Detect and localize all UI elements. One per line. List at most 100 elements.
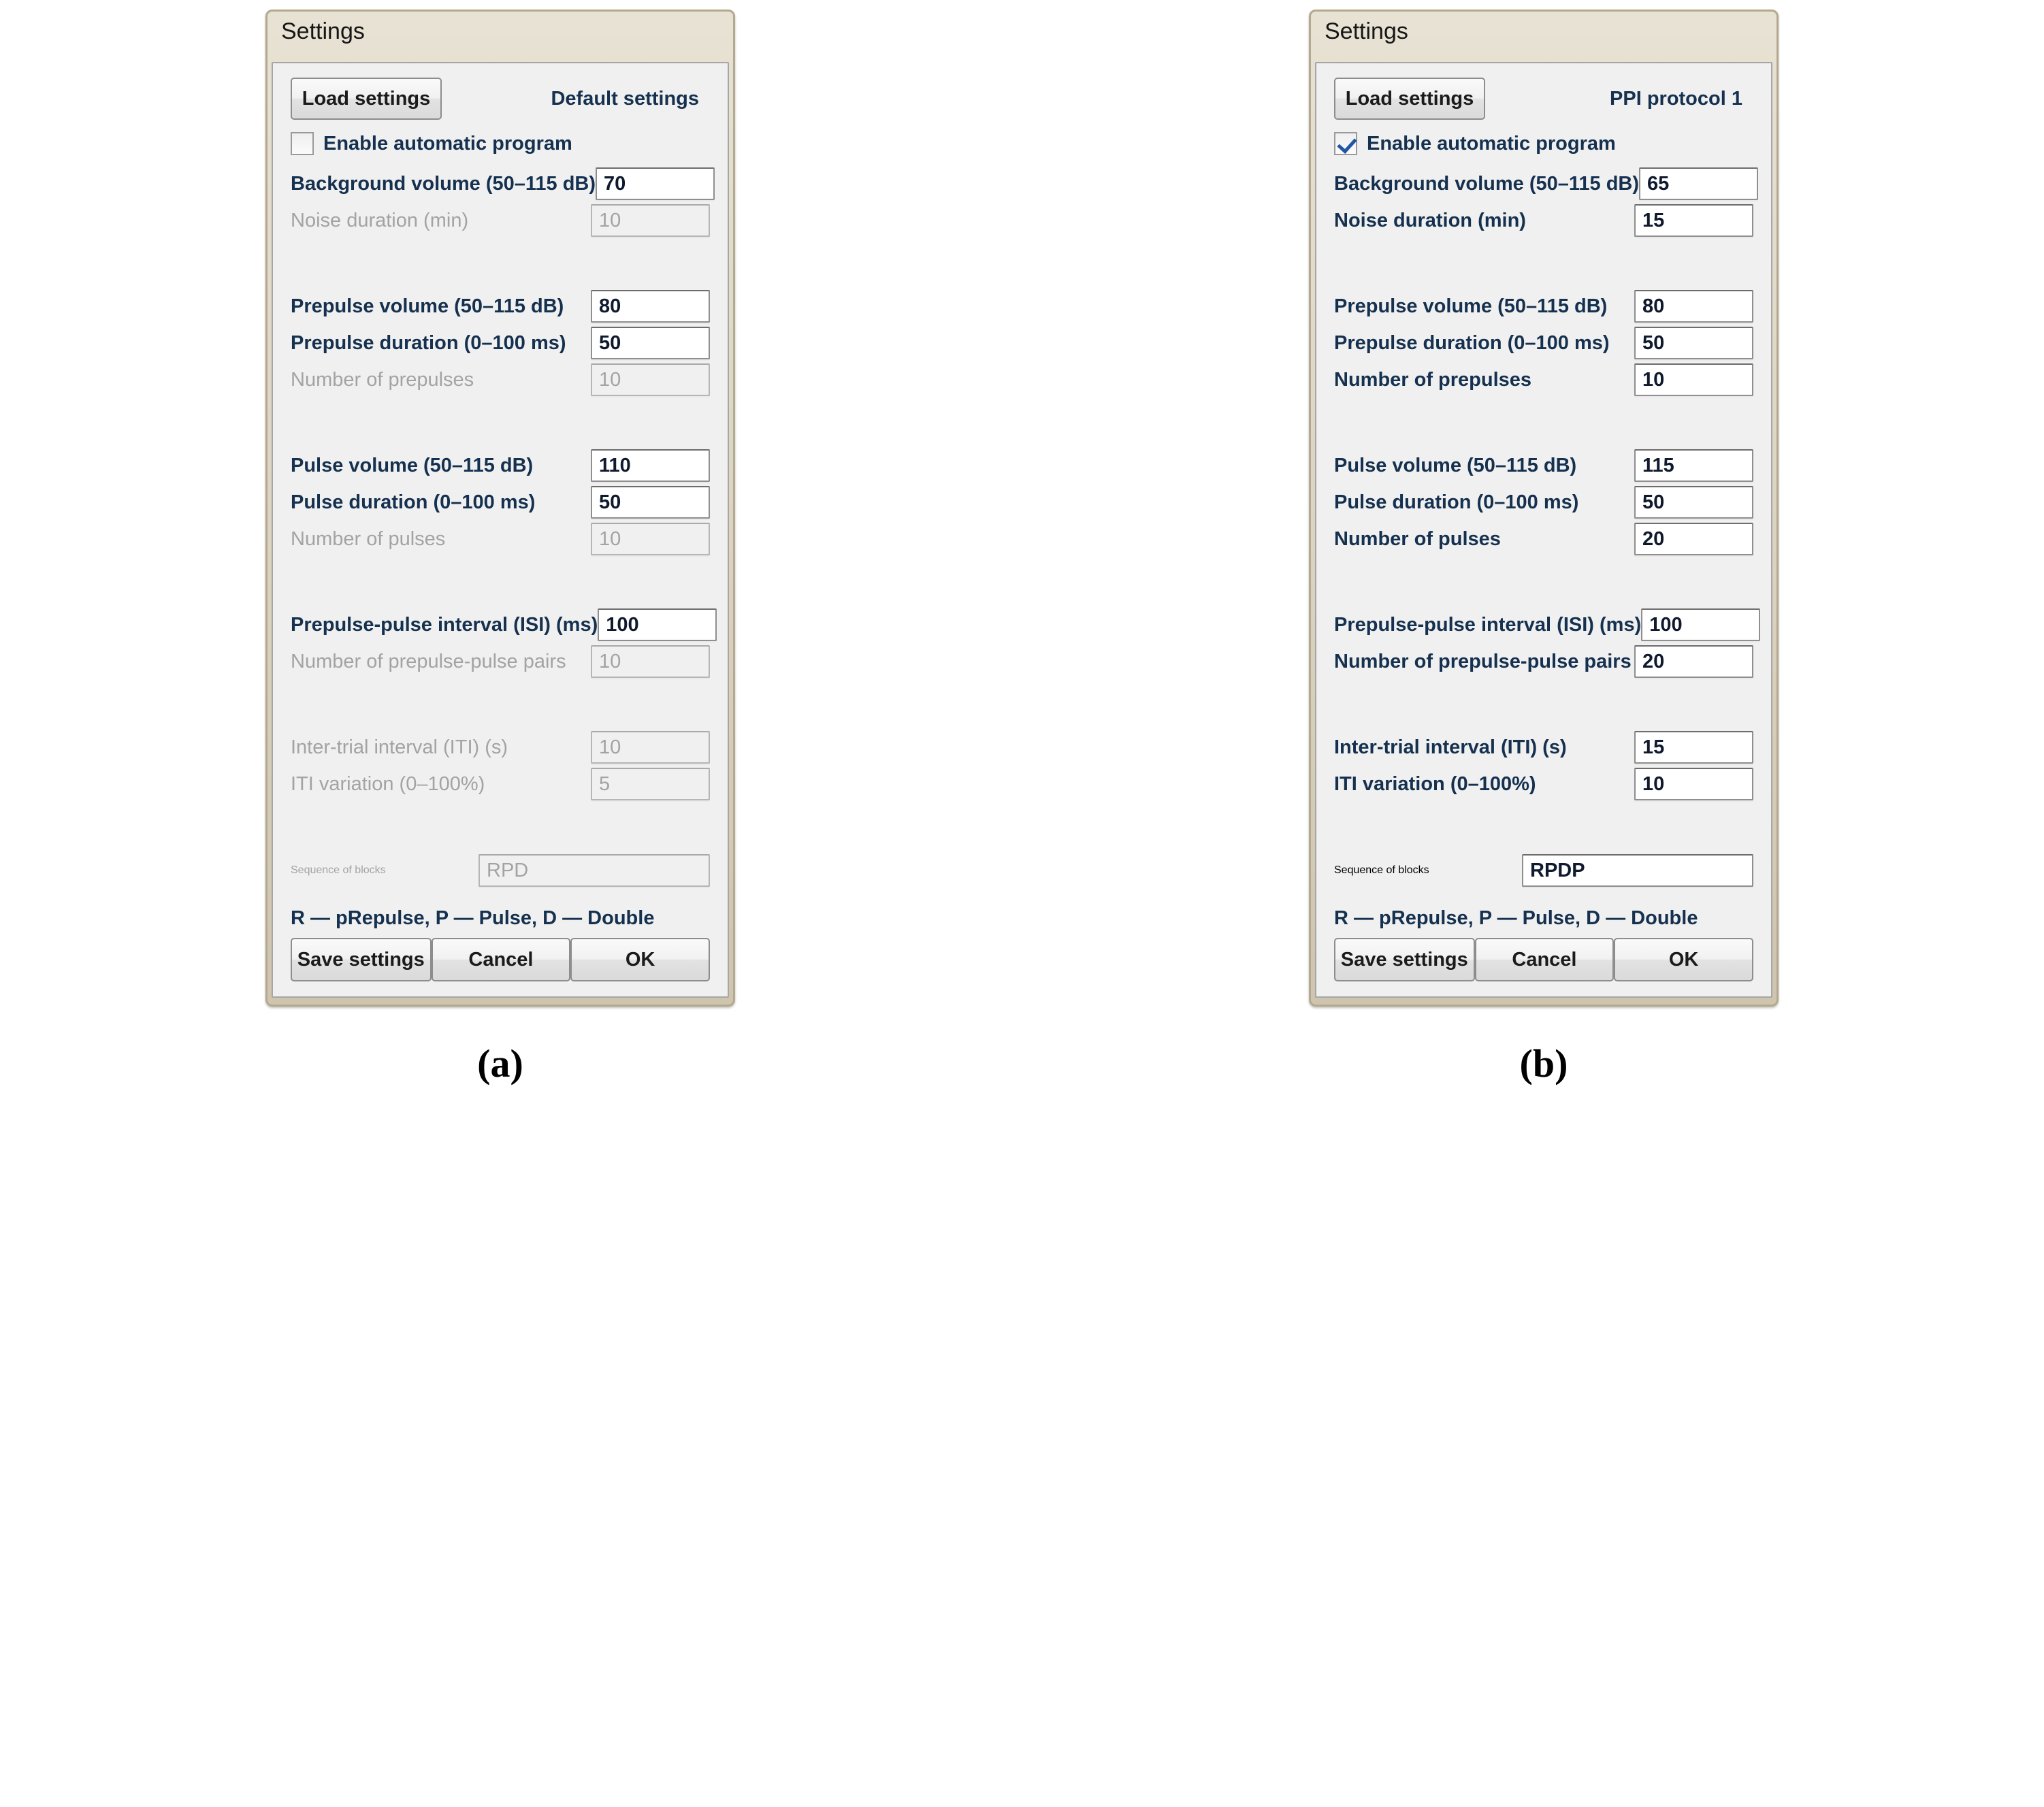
- figure-panel-a: Settings Load settings Default settings …: [0, 10, 1001, 1086]
- legend-text-b: R — pRepulse, P — Pulse, D — Double: [1334, 907, 1698, 929]
- field-row-sequence-of-blocks-a: Sequence of blocks RPD: [291, 851, 710, 890]
- fields-a: Background volume (50–115 dB) 70 Noise d…: [291, 165, 717, 981]
- field-input-b[interactable]: 100: [1641, 608, 1761, 641]
- field-label-b: Number of prepulses: [1334, 368, 1532, 391]
- field-label-a: Number of prepulses: [291, 368, 474, 391]
- field-input-b[interactable]: 15: [1634, 204, 1753, 237]
- field-row-number-of-prepulses-a: Number of prepulses 10: [291, 361, 710, 398]
- field-row-prepulse-duration-b: Prepulse duration (0–100 ms) 50: [1334, 325, 1753, 361]
- save-settings-button-b[interactable]: Save settings: [1334, 938, 1475, 981]
- field-row-sequence-of-blocks-b: Sequence of blocks RPDP: [1334, 851, 1753, 890]
- field-row-pulse-duration-a: Pulse duration (0–100 ms) 50: [291, 484, 710, 521]
- field-input-a: 10: [591, 731, 710, 764]
- figure-container: Settings Load settings Default settings …: [0, 0, 2044, 1086]
- field-row-prepulse-volume-b: Prepulse volume (50–115 dB) 80: [1334, 288, 1753, 325]
- sequence-of-blocks-label-a: Sequence of blocks: [291, 864, 386, 876]
- sequence-of-blocks-input-a: RPD: [478, 854, 710, 887]
- cancel-button-b[interactable]: Cancel: [1474, 938, 1615, 981]
- field-row-background-volume-a: Background volume (50–115 dB) 70: [291, 165, 715, 202]
- dialog-client-area-a: Load settings Default settings Enable au…: [272, 62, 729, 998]
- save-settings-button-a[interactable]: Save settings: [291, 938, 432, 981]
- sequence-of-blocks-input-b[interactable]: RPDP: [1522, 854, 1753, 887]
- window-title-a: Settings: [281, 18, 365, 44]
- field-label-b: Pulse duration (0–100 ms): [1334, 491, 1579, 513]
- enable-automatic-program-label-a: Enable automatic program: [323, 132, 572, 154]
- field-label-a: Prepulse volume (50–115 dB): [291, 295, 564, 317]
- titlebar-b: Settings: [1315, 16, 1772, 62]
- field-label-b: Prepulse volume (50–115 dB): [1334, 295, 1608, 317]
- titlebar-a: Settings: [272, 16, 729, 62]
- field-label-a: Pulse duration (0–100 ms): [291, 491, 536, 513]
- field-input-b[interactable]: 20: [1634, 523, 1753, 555]
- field-input-a: 10: [591, 363, 710, 396]
- enable-automatic-program-checkbox-a[interactable]: [291, 132, 314, 155]
- field-input-a[interactable]: 70: [596, 167, 715, 200]
- field-row-prepulse-pulse-pairs-b: Number of prepulse-pulse pairs 20: [1334, 643, 1753, 680]
- ok-button-a[interactable]: OK: [570, 938, 710, 981]
- field-row-pulse-duration-b: Pulse duration (0–100 ms) 50: [1334, 484, 1753, 521]
- field-input-b[interactable]: 15: [1634, 731, 1753, 764]
- field-row-noise-duration-b: Noise duration (min) 15: [1334, 202, 1753, 239]
- field-label-a: Prepulse-pulse interval (ISI) (ms): [291, 613, 598, 636]
- load-settings-button-b[interactable]: Load settings: [1334, 78, 1485, 120]
- field-label-b: Noise duration (min): [1334, 209, 1526, 231]
- footer-buttons-a: Save settings Cancel OK: [291, 938, 710, 981]
- footer-buttons-b: Save settings Cancel OK: [1334, 938, 1753, 981]
- load-settings-button-a[interactable]: Load settings: [291, 78, 442, 120]
- field-input-a[interactable]: 80: [591, 290, 710, 323]
- field-row-noise-duration-a: Noise duration (min) 10: [291, 202, 710, 239]
- field-row-number-of-prepulses-b: Number of prepulses 10: [1334, 361, 1753, 398]
- field-input-a: 10: [591, 523, 710, 555]
- field-input-b[interactable]: 50: [1634, 486, 1753, 519]
- fields-b: Background volume (50–115 dB) 65 Noise d…: [1334, 165, 1761, 981]
- field-input-b[interactable]: 115: [1634, 449, 1753, 482]
- top-row-b: Load settings PPI protocol 1: [1334, 77, 1753, 120]
- cancel-button-a[interactable]: Cancel: [431, 938, 571, 981]
- field-input-a: 10: [591, 645, 710, 678]
- field-input-a[interactable]: 50: [591, 486, 710, 519]
- field-row-isi-b: Prepulse-pulse interval (ISI) (ms) 100: [1334, 606, 1761, 643]
- field-row-isi-a: Prepulse-pulse interval (ISI) (ms) 100: [291, 606, 717, 643]
- field-label-b: Prepulse-pulse interval (ISI) (ms): [1334, 613, 1642, 636]
- preset-name-label-a: Default settings: [551, 87, 699, 110]
- settings-window-a: Settings Load settings Default settings …: [265, 10, 735, 1007]
- field-row-number-of-pulses-b: Number of pulses 20: [1334, 521, 1753, 557]
- field-label-b: Pulse volume (50–115 dB): [1334, 454, 1577, 476]
- field-label-b: Inter-trial interval (ITI) (s): [1334, 736, 1567, 758]
- legend-text-a: R — pRepulse, P — Pulse, D — Double: [291, 907, 655, 929]
- field-input-a[interactable]: 110: [591, 449, 710, 482]
- field-label-b: Background volume (50–115 dB): [1334, 172, 1640, 195]
- field-input-b[interactable]: 20: [1634, 645, 1753, 678]
- enable-automatic-program-checkbox-b[interactable]: [1334, 132, 1357, 155]
- field-row-prepulse-volume-a: Prepulse volume (50–115 dB) 80: [291, 288, 710, 325]
- field-row-prepulse-duration-a: Prepulse duration (0–100 ms) 50: [291, 325, 710, 361]
- field-input-b[interactable]: 80: [1634, 290, 1753, 323]
- field-label-a: Inter-trial interval (ITI) (s): [291, 736, 508, 758]
- field-input-a[interactable]: 50: [591, 327, 710, 359]
- field-label-a: Pulse volume (50–115 dB): [291, 454, 534, 476]
- field-label-a: Noise duration (min): [291, 209, 469, 231]
- field-input-b[interactable]: 10: [1634, 363, 1753, 396]
- dialog-client-area-b: Load settings PPI protocol 1 Enable auto…: [1315, 62, 1772, 998]
- enable-automatic-program-row-a[interactable]: Enable automatic program: [291, 125, 710, 163]
- figure-caption-a: (a): [477, 1041, 523, 1086]
- field-row-iti-variation-a: ITI variation (0–100%) 5: [291, 766, 710, 802]
- field-input-b[interactable]: 50: [1634, 327, 1753, 359]
- field-input-b[interactable]: 65: [1639, 167, 1759, 200]
- ok-button-b[interactable]: OK: [1614, 938, 1753, 981]
- field-row-pulse-volume-a: Pulse volume (50–115 dB) 110: [291, 447, 710, 484]
- field-label-b: Number of pulses: [1334, 527, 1501, 550]
- enable-automatic-program-row-b[interactable]: Enable automatic program: [1334, 125, 1753, 163]
- field-input-b[interactable]: 10: [1634, 768, 1753, 800]
- top-row-a: Load settings Default settings: [291, 77, 710, 120]
- sequence-of-blocks-label-b: Sequence of blocks: [1334, 864, 1429, 876]
- field-input-a[interactable]: 100: [598, 608, 717, 641]
